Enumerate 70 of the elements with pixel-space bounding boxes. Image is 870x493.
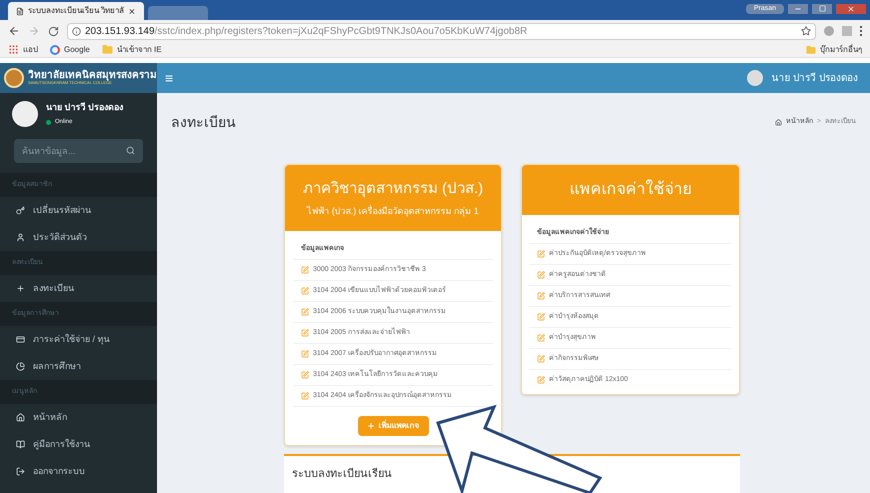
key-icon [16,206,25,215]
plus-icon [366,422,374,430]
edit-icon[interactable] [301,350,309,358]
user-icon [16,233,25,242]
reload-icon[interactable] [48,26,59,36]
sidebar-user-name: นาย ปารวี ปรองดอง [46,100,124,114]
avatar-icon [747,70,764,86]
edit-icon[interactable] [537,250,545,258]
box-title: ระบบลงทะเบียนเรียน [292,468,392,480]
college-seal-icon [4,68,24,88]
edit-icon[interactable] [537,313,545,322]
url-text: 203.151.93.149/sstc/index.php/registers?token=jXu2qFShyPcGbt9TNKJs0Aou7o5KbKuW74jgob8R [85,24,528,38]
sidebar-item[interactable]: หน้าหลัก [0,404,157,431]
other-bookmarks-link[interactable]: บุ๊กมาร์กอื่นๆ [806,44,862,56]
edit-icon[interactable] [301,308,309,316]
sidebar-item[interactable]: คู่มือการใช้งาน [0,431,157,458]
page-title: ลงทะเบียน [171,112,236,132]
maximize-icon [818,5,826,12]
sidebar-item[interactable]: ออกจากระบบ [0,458,157,485]
info-icon [72,26,81,36]
address-field[interactable]: 203.151.93.149/sstc/index.php/registers?token=jXu2qFShyPcGbt9TNKJs0Aou7o5KbKuW74jgob8R [67,22,816,40]
card-subtitle: ไฟฟ้า (ปวส.) เครื่องมือวัดอุตสาหกรรม กลุ่ม 1 [307,204,479,218]
edit-icon[interactable] [537,355,545,364]
card-icon [16,335,25,344]
edit-icon[interactable] [537,271,545,280]
home-icon [16,413,25,422]
logout-icon [16,467,25,476]
sidebar-search-field[interactable]: ค้นหาข้อมูล... [14,139,143,163]
bookmark-link[interactable]: Google [50,44,90,56]
edit-icon[interactable] [301,392,309,400]
sidebar-item[interactable]: ภาระค่าใช้จ่าย / ทุน [0,326,157,353]
page-icon [16,6,24,16]
sidebar-item[interactable]: ผลการศึกษา [0,353,157,380]
close-icon[interactable] [128,6,136,16]
edit-icon[interactable] [301,329,309,338]
tab-title: ระบบลงทะเบียนเรียน วิทยาลั [28,5,124,17]
folder-icon [806,44,816,54]
card-title: ภาควิชาอุตสาหกรรม (ปวส.) [302,179,484,200]
back-icon[interactable] [8,25,20,37]
forward-icon[interactable] [28,25,40,37]
bookmark-link[interactable]: นำเข้าจาก IE [102,44,162,56]
pie-chart-icon [16,362,25,371]
search-icon[interactable] [126,146,135,155]
home-icon [774,118,782,126]
sidebar-item[interactable]: เปลี่ยนรหัสผ่าน [0,197,157,224]
bookmark-link[interactable]: แอป [8,44,38,56]
sidebar-item[interactable]: ประวัติส่วนตัว [0,224,157,251]
college-name: วิทยาลัยเทคนิคสมุทรสงคราม [28,71,157,81]
sidebar-item[interactable]: ลงทะเบียน [0,275,157,302]
avatar-icon [12,101,38,127]
edit-icon[interactable] [301,266,309,274]
edit-icon[interactable] [537,292,545,300]
edit-icon[interactable] [537,334,545,342]
close-icon [847,4,855,13]
card-title: แพคเกจค่าใช้จ่าย [570,178,692,200]
menu-toggle[interactable]: ≡ [157,68,182,88]
minimize-button[interactable] [788,4,808,14]
folder-icon [102,44,113,55]
edit-icon[interactable] [537,376,545,384]
google-g-icon [50,44,60,54]
header-user-name[interactable]: นาย ปารวี ปรองดอง [771,70,858,86]
plus-icon [16,284,25,293]
edit-icon[interactable] [301,371,309,380]
close-window-button[interactable] [836,4,866,14]
apps-grid-icon [8,44,19,55]
edit-icon[interactable] [301,287,309,296]
bookmark-star-icon[interactable] [801,26,811,36]
book-icon [16,440,25,449]
maximize-button[interactable] [812,4,832,14]
browser-tab[interactable]: ระบบลงทะเบียนเรียน วิทยาลั [8,2,144,20]
